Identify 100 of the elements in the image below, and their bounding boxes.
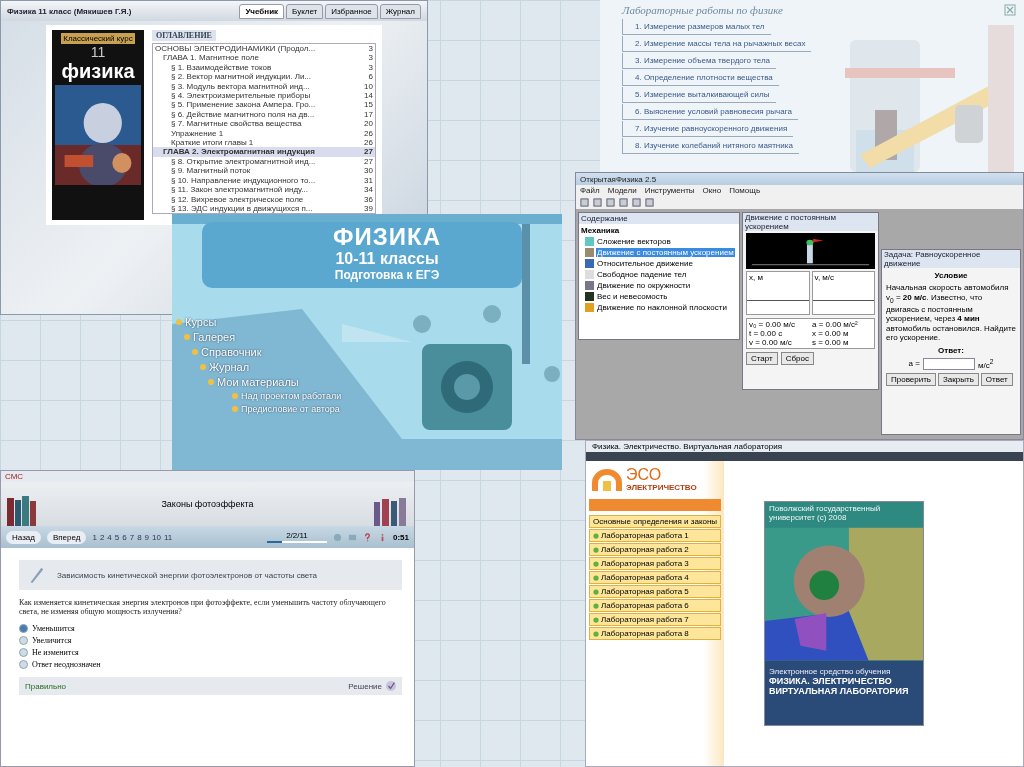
readout: t = 0.00 c: [749, 329, 784, 338]
tree-item[interactable]: Движение по окружности: [596, 281, 692, 290]
tree-item[interactable]: Относительное движение: [596, 259, 694, 268]
page-link[interactable]: 11: [163, 532, 173, 542]
window-title: Физика 11 класс (Мякишев Г.Я.): [7, 6, 132, 16]
question-text: Как изменяется кинетическая энергия электронов при фотоэффекте, если уменьшить частоту облучающего света, не изменяя общую мощность излучения?: [19, 598, 387, 616]
radio-button[interactable]: [19, 648, 28, 657]
toc-item[interactable]: § 9. Магнитный поток 30: [153, 166, 375, 176]
toc-item[interactable]: § 13. ЭДС индукции в движущихся п... 39: [153, 203, 375, 214]
tree-item[interactable]: Свободное падение тел: [596, 270, 688, 279]
window-title: Содержание: [581, 214, 628, 223]
option-label: Не изменится: [32, 648, 79, 657]
toc-item[interactable]: Краткие итоги главы 1 26: [153, 138, 375, 148]
lab-work-link[interactable]: 5. Измерение выталкивающей силы: [622, 87, 776, 103]
menu-item[interactable]: Лабораторная работа 7: [589, 613, 721, 626]
nav-button[interactable]: Вперед: [46, 530, 87, 544]
dialog-button[interactable]: Проверить: [886, 372, 936, 386]
answer-label: a =: [908, 359, 920, 369]
info-icon[interactable]: [333, 532, 342, 542]
lab-work-link[interactable]: 3. Измерение объема твердого тела: [622, 53, 777, 69]
cover-title: физика: [61, 60, 135, 82]
toc-item[interactable]: § 11. Закон электромагнитной инду... 34: [153, 185, 375, 195]
toc-item[interactable]: § 2. Вектор магнитной индукции. Ли... 6: [153, 72, 375, 82]
page-link[interactable]: 2: [99, 532, 105, 542]
sim-button[interactable]: Старт: [746, 352, 778, 365]
lab-work-link[interactable]: 1. Измерение размеров малых тел: [622, 19, 771, 35]
toc-item[interactable]: § 4. Электроизмерительные приборы 14: [153, 91, 375, 101]
tree-item[interactable]: Механика: [581, 226, 737, 235]
tab[interactable]: Буклет: [286, 3, 324, 19]
axis-label: v, м/с: [814, 273, 835, 282]
radio-button[interactable]: [19, 636, 28, 645]
dialog-button[interactable]: Ответ: [980, 372, 1013, 386]
toc-item[interactable]: § 12. Вихревое электрическое поле 36: [153, 194, 375, 204]
page-link[interactable]: 4: [107, 532, 112, 542]
menu-item[interactable]: Лабораторная работа 5: [589, 585, 721, 598]
quiz-title: Законы фотоэффекта: [161, 499, 254, 509]
splash-title: ФИЗИКА: [333, 224, 441, 250]
lab-work-link[interactable]: 4. Определение плотности вещества: [622, 70, 779, 86]
menu-item[interactable]: Основные определения и законы: [589, 515, 721, 528]
unit-label: м/с$^{2}$: [977, 357, 994, 370]
window-title: Задача: Равноускоренное движение: [884, 250, 982, 268]
menu-item[interactable]: Лабораторная работа 3: [589, 557, 721, 570]
page-link[interactable]: 10: [152, 532, 161, 542]
menu-item[interactable]: Файл: [580, 186, 600, 195]
page-link[interactable]: 1: [92, 532, 97, 542]
tree-item[interactable]: Движение по наклонной плоскости: [596, 303, 728, 312]
toc-item[interactable]: § 7. Магнитные свойства вещества 20: [153, 119, 375, 129]
menu-item[interactable]: Лабораторная работа 8: [589, 627, 721, 640]
answer-field[interactable]: [922, 357, 975, 370]
tree-item[interactable]: Вес и невесомость: [596, 292, 669, 301]
toc-item[interactable]: § 3. Модуль вектора магнитной инд... 10: [153, 81, 375, 92]
bullet-icon: [232, 393, 238, 399]
tab[interactable]: Учебник: [239, 3, 285, 19]
help-icon[interactable]: [363, 532, 372, 542]
window-title: СМС: [5, 472, 24, 481]
page-link[interactable]: 6: [122, 532, 127, 542]
toc-item[interactable]: § 1. Взаимодействие токов 3: [153, 62, 375, 73]
toc-item[interactable]: ГЛАВА 1. Магнитное поле 3: [153, 53, 375, 63]
toc-item[interactable]: ОСНОВЫ ЭЛЕКТРОДИНАМИКИ (Продол... 3: [153, 44, 375, 54]
radio-button[interactable]: [19, 624, 28, 633]
dialog-button[interactable]: Закрыть: [938, 372, 979, 386]
tab[interactable]: Избранное: [325, 3, 378, 19]
page-link[interactable]: 9: [144, 532, 150, 542]
radio-button[interactable]: [19, 660, 28, 669]
cover-caption: Электронное средство обучения: [769, 667, 892, 676]
cover-grade: 11: [90, 44, 106, 60]
page-link[interactable]: 5: [114, 532, 120, 542]
nav-button[interactable]: Назад: [6, 530, 41, 544]
menu-item[interactable]: Модели: [607, 186, 637, 195]
toc-item[interactable]: § 8. Открытие электромагнитной инд... 27: [153, 156, 375, 167]
sim-button[interactable]: Сброс: [780, 352, 814, 365]
toc-item[interactable]: § 5. Применение закона Ампера. Гро... 15: [153, 100, 375, 110]
cover-title: ФИЗИКА. ЭЛЕКТРИЧЕСТВО: [769, 676, 893, 686]
menu-item[interactable]: Помощь: [729, 186, 761, 195]
page-link[interactable]: 8: [137, 532, 142, 542]
close-icon[interactable]: [1004, 4, 1016, 16]
tab[interactable]: Журнал: [379, 3, 421, 19]
lab-work-link[interactable]: 2. Измерение массы тела на рычажных весах: [622, 36, 812, 52]
toc-item[interactable]: Упражнение 1 26: [153, 128, 375, 139]
readout: v = 0.00 м/с: [749, 338, 793, 347]
menu-item[interactable]: Лабораторная работа 4: [589, 571, 721, 584]
menu-item[interactable]: Окно: [702, 186, 722, 195]
toc-item[interactable]: § 10. Направление индукционного то... 31: [153, 175, 375, 186]
page-link[interactable]: 7: [129, 532, 135, 542]
lab-list-title: Лабораторные работы по физике: [622, 4, 783, 16]
menu-item[interactable]: Инструменты: [644, 186, 695, 195]
tree-item[interactable]: Сложение векторов: [596, 237, 672, 246]
toc-item[interactable]: § 6. Действие магнитного поля на дв... 17: [153, 109, 375, 120]
menu-item[interactable]: Лабораторная работа 1: [589, 529, 721, 542]
toc-item[interactable]: ГЛАВА 2. Электромагнитная индукция 27: [153, 147, 375, 157]
lab-work-link[interactable]: 8. Изучение колебаний нитяного маятника: [622, 138, 799, 154]
window-title: ОткрытаяФизика 2.5: [580, 174, 657, 184]
lab-work-link[interactable]: 7. Изучение равноускоренного движения: [622, 121, 794, 137]
menu-item[interactable]: Лабораторная работа 6: [589, 599, 721, 612]
cover-title: ВИРТУАЛЬНАЯ ЛАБОРАТОРИЯ: [769, 686, 909, 696]
answer-heading: Ответ:: [938, 345, 964, 355]
tree-item[interactable]: Движение с постоянным ускорением: [596, 248, 735, 257]
lab-work-link[interactable]: 6. Выяснение условий равновесия рычага: [622, 104, 798, 120]
menu-item[interactable]: Лабораторная работа 2: [589, 543, 721, 556]
solution-link[interactable]: Решение: [348, 681, 382, 691]
